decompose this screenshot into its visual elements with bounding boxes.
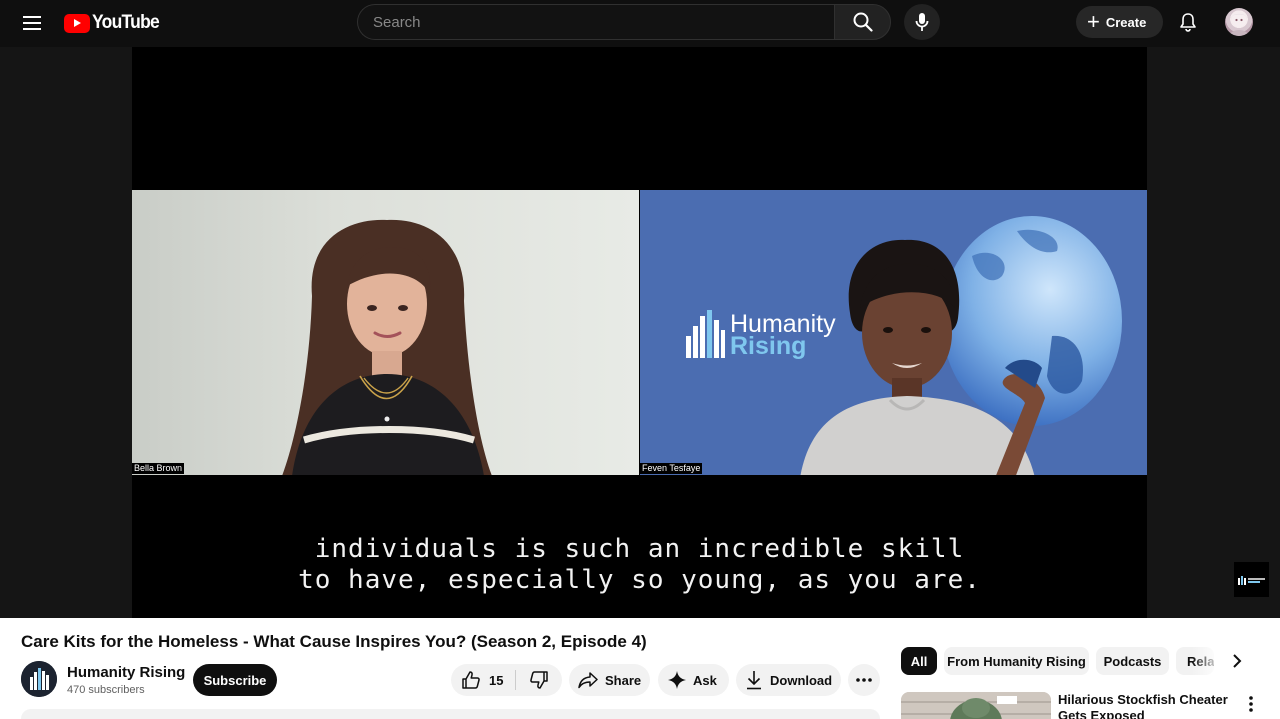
more-actions-button[interactable] [848, 664, 880, 696]
youtube-logo[interactable]: YouTube [64, 12, 165, 34]
sparkle-icon [668, 671, 686, 689]
download-label: Download [770, 672, 833, 688]
dislike-button[interactable] [516, 664, 562, 696]
bell-icon [1180, 13, 1196, 32]
chips-next-button[interactable] [1222, 647, 1252, 675]
chip-fade [1192, 645, 1222, 677]
like-dislike-group: 15 [451, 664, 562, 696]
youtube-play-icon [64, 13, 90, 33]
voice-search-button[interactable] [904, 4, 940, 40]
search-button[interactable] [834, 4, 891, 40]
channel-avatar[interactable] [21, 661, 57, 697]
subtitle-line: to have, especially so young, as you are… [298, 565, 981, 595]
menu-icon [23, 16, 41, 30]
thumbs-up-icon [462, 671, 480, 689]
participant-image [282, 219, 492, 475]
subscriber-count: 470 subscribers [67, 684, 145, 696]
participant-pane-left: Bella Brown [132, 190, 639, 475]
more-horizontal-icon [856, 678, 872, 682]
create-button[interactable]: + Create [1076, 6, 1163, 38]
subtitle-line: individuals is such an incredible skill [314, 534, 965, 564]
subtitles: individuals is such an incredible skill … [132, 534, 1147, 596]
hand-logo-icon [686, 310, 725, 358]
channel-name[interactable]: Humanity Rising [67, 664, 185, 681]
participant-image [800, 239, 1045, 475]
subscribe-button[interactable]: Subscribe [193, 664, 277, 696]
logo-text: YouTube [92, 12, 160, 33]
ask-button[interactable]: Ask [658, 664, 729, 696]
thumbs-down-icon [530, 671, 548, 689]
like-count: 15 [489, 672, 504, 688]
chevron-right-icon [1233, 654, 1242, 668]
participant-pane-right: Humanity Rising Feven Tesfaye [640, 190, 1147, 475]
menu-button[interactable] [16, 8, 48, 38]
search-input[interactable] [358, 5, 835, 39]
description-box[interactable] [21, 709, 880, 719]
plus-icon: + [1087, 9, 1100, 34]
download-icon [747, 671, 761, 690]
video-title: Care Kits for the Homeless - What Cause … [21, 632, 647, 651]
search-box [357, 4, 835, 40]
top-bar: YouTube + Create [0, 0, 1280, 47]
share-arrow-icon [578, 672, 598, 689]
video-player[interactable]: Bella Brown Humanity Rising Feven Tesfay… [132, 47, 1147, 618]
participant-name-tag: Bella Brown [132, 463, 185, 474]
recommended-video-thumbnail[interactable] [901, 692, 1051, 719]
chip-all[interactable]: All [901, 647, 937, 675]
like-button[interactable]: 15 [451, 664, 515, 696]
ask-label: Ask [693, 672, 717, 688]
share-label: Share [605, 672, 642, 688]
more-vertical-icon [1249, 696, 1253, 712]
channel-watermark-icon [1237, 575, 1265, 585]
create-label: Create [1105, 14, 1147, 30]
notifications-button[interactable] [1170, 6, 1206, 38]
search-icon [853, 12, 873, 32]
channel-watermark-button[interactable] [1234, 562, 1269, 597]
user-avatar[interactable] [1225, 8, 1253, 36]
download-button[interactable]: Download [736, 664, 841, 696]
chip-podcasts[interactable]: Podcasts [1096, 647, 1169, 675]
chip-from-channel[interactable]: From Humanity Rising [944, 647, 1089, 675]
participant-name-tag: Feven Tesfaye [640, 463, 703, 474]
microphone-icon [915, 13, 929, 31]
recommended-video-title[interactable]: Hilarious Stockfish Cheater Gets Exposed [1058, 692, 1228, 719]
recommended-video-menu[interactable] [1242, 694, 1260, 714]
share-button[interactable]: Share [569, 664, 650, 696]
